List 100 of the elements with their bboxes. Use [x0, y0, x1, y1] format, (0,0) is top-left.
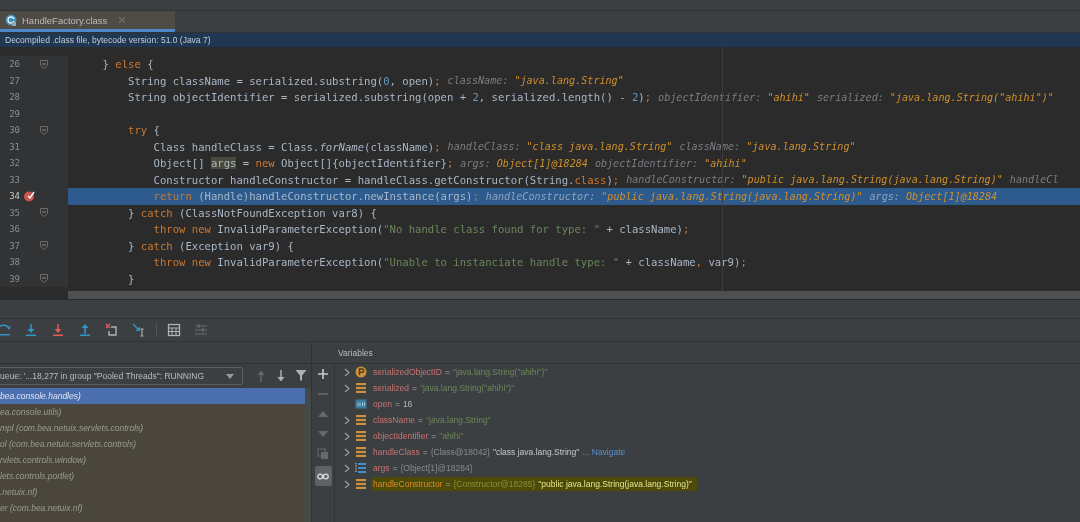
cross-frame-icon[interactable]	[105, 323, 119, 337]
inline-value: "ahihi"	[767, 91, 810, 103]
inline-value: "java.lang.String"	[514, 75, 624, 87]
variable-value: {Object[1]@18284}	[400, 463, 473, 473]
parameter-icon	[355, 366, 367, 378]
field-icon	[355, 414, 367, 426]
variable-name: serializedObjectID	[373, 367, 442, 377]
line-number: 38	[8, 257, 20, 268]
inline-value-hint: className:	[679, 141, 741, 153]
breakpoint-icon[interactable]	[23, 190, 35, 203]
equals-sign: =	[445, 479, 451, 489]
code-text: throw new	[152, 223, 211, 236]
scrollbar[interactable]	[68, 291, 1080, 299]
equals-sign: =	[392, 463, 398, 473]
fold-icon[interactable]	[40, 208, 48, 218]
code-text: return	[152, 190, 192, 203]
inline-value: "ahihi"	[704, 157, 747, 169]
fold-icon[interactable]	[40, 274, 48, 284]
inline-value: "java.lang.String("ahihi")"	[889, 91, 1054, 103]
step-over-icon[interactable]	[0, 323, 11, 337]
code-text: ;	[612, 173, 620, 186]
inline-value-hint: args:	[869, 190, 900, 202]
dropdown-arrow-icon	[226, 373, 234, 379]
variable-value: "java.lang.String("ahihi")"	[419, 383, 515, 393]
code-text: throw new	[152, 256, 211, 269]
variable-name: open	[373, 399, 392, 409]
stack-frame[interactable]: mpl (com.bea.netuix.servlets.controls)	[0, 420, 305, 436]
arrow-down-icon[interactable]	[275, 369, 287, 383]
stack-frame[interactable]: bea.console.handles)	[0, 388, 305, 404]
stack-frame[interactable]: .netuix.nf)	[0, 484, 305, 500]
variable-value: "ahihi"	[439, 431, 464, 441]
stack-frame[interactable]: ol (com.bea.netuix.servlets.controls)	[0, 436, 305, 452]
code-text: "Unable to instanciate handle type: "	[383, 256, 620, 269]
thread-dropdown[interactable]: ueue: '...18,277 in group "Pooled Threads": RUNNING	[0, 367, 243, 385]
arrow-down-icon[interactable]	[51, 323, 65, 337]
variable-value: "java.lang.String"	[426, 415, 491, 425]
fold-icon[interactable]	[40, 125, 48, 135]
fold-icon[interactable]	[40, 241, 48, 251]
editor-tab[interactable]: HandleFactory.class	[0, 11, 175, 32]
variable-name: handleClass	[373, 447, 420, 457]
stack-frame[interactable]: ea.console.utils)	[0, 404, 305, 420]
code-text: (Exception var9) {	[178, 239, 294, 252]
code-text: Object[]	[152, 157, 206, 170]
variable-value: "java.lang.String("ahihi")"	[452, 367, 548, 377]
variable-name: handleConstructor	[373, 479, 443, 489]
table-icon[interactable]	[167, 323, 181, 337]
code-text: {	[146, 58, 154, 71]
inline-value-hint: handleCl	[1009, 174, 1059, 186]
code-text: ;	[434, 74, 441, 87]
inline-value-hint: objectIdentifier:	[658, 91, 762, 103]
code-text: }	[127, 206, 136, 219]
equals-sign: =	[418, 415, 423, 425]
variable-name: serialized	[373, 383, 409, 393]
code-text: }	[101, 58, 110, 71]
arrow-down-icon[interactable]	[24, 323, 38, 337]
code-text: else	[115, 58, 141, 71]
code-text: , open)	[389, 74, 435, 87]
code-text: ,	[695, 256, 703, 269]
code-text: ;	[472, 190, 479, 203]
line-number: 35	[8, 207, 20, 218]
close-icon[interactable]	[118, 16, 127, 24]
code-text: 2	[472, 91, 479, 104]
code-text: InvalidParameterException(	[216, 223, 384, 236]
inline-value: "class java.lang.String"	[526, 141, 673, 153]
decompiled-notice: Decompiled .class file, bytecode version: 51.0 (Java 7)	[5, 35, 211, 45]
class-file-icon	[5, 14, 17, 26]
stack-frame[interactable]: lets.controls.portlet)	[0, 468, 305, 484]
line-number: 32	[8, 158, 20, 169]
arrow-cursor-icon[interactable]	[132, 323, 146, 337]
navigate-link[interactable]: ... Navigate	[582, 447, 626, 457]
filter-icon[interactable]	[295, 369, 307, 383]
variable-value: 16	[402, 399, 413, 409]
code-text: args	[210, 157, 237, 170]
line-number: 31	[8, 141, 20, 152]
variable-value: "class java.lang.String"	[492, 447, 580, 457]
code-text: ;	[434, 140, 441, 153]
line-number: 29	[8, 108, 20, 119]
field-icon	[355, 430, 367, 442]
arrow-up-icon[interactable]	[78, 323, 92, 337]
field-icon	[355, 478, 367, 490]
line-number: 28	[8, 92, 20, 103]
code-text: Object[]{objectIdentifier}	[280, 157, 447, 170]
code-text: )	[638, 91, 645, 104]
stack-frame[interactable]: rvlets.controls.window)	[0, 452, 305, 468]
add-icon[interactable]	[317, 368, 329, 380]
inline-value-hint: handleConstructor:	[485, 190, 596, 202]
fold-icon[interactable]	[40, 59, 48, 69]
code-text: 2	[631, 91, 639, 104]
glasses-icon[interactable]	[317, 470, 329, 482]
code-text: catch	[140, 239, 173, 252]
code-text: (Handle)handleConstructor.newInstance(args)	[197, 190, 473, 203]
line-number: 39	[8, 273, 20, 284]
code-text: ;	[446, 157, 454, 170]
equals-sign: =	[422, 447, 428, 457]
line-number: 34	[8, 191, 20, 202]
stack-frame[interactable]: er (com.bea.netuix.nf)	[0, 500, 305, 516]
code-text: try	[127, 124, 148, 137]
inline-value-hint: handleConstructor:	[626, 174, 736, 186]
field-icon	[355, 382, 367, 394]
code-text: new	[255, 157, 275, 170]
